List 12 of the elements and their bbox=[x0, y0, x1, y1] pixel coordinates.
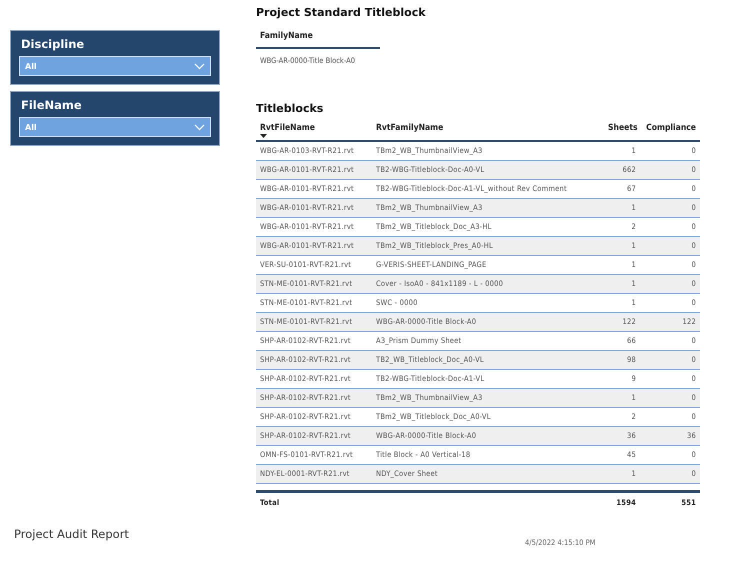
slicer-title: FileName bbox=[21, 98, 82, 112]
slicer-title: Discipline bbox=[21, 37, 84, 51]
column-header[interactable]: RvtFamilyName bbox=[376, 123, 444, 133]
section-title: Titleblocks bbox=[256, 102, 324, 115]
column-header[interactable]: RvtFileName bbox=[260, 123, 315, 133]
section-title: Project Standard Titleblock bbox=[256, 6, 426, 19]
chevron-down-icon bbox=[194, 124, 205, 130]
column-header[interactable]: Compliance bbox=[646, 123, 696, 133]
chevron-down-icon bbox=[194, 62, 205, 70]
column-header[interactable]: Sheets bbox=[608, 123, 638, 133]
report-title: Project Audit Report bbox=[14, 527, 130, 541]
column-header[interactable]: FamilyName bbox=[256, 25, 380, 49]
